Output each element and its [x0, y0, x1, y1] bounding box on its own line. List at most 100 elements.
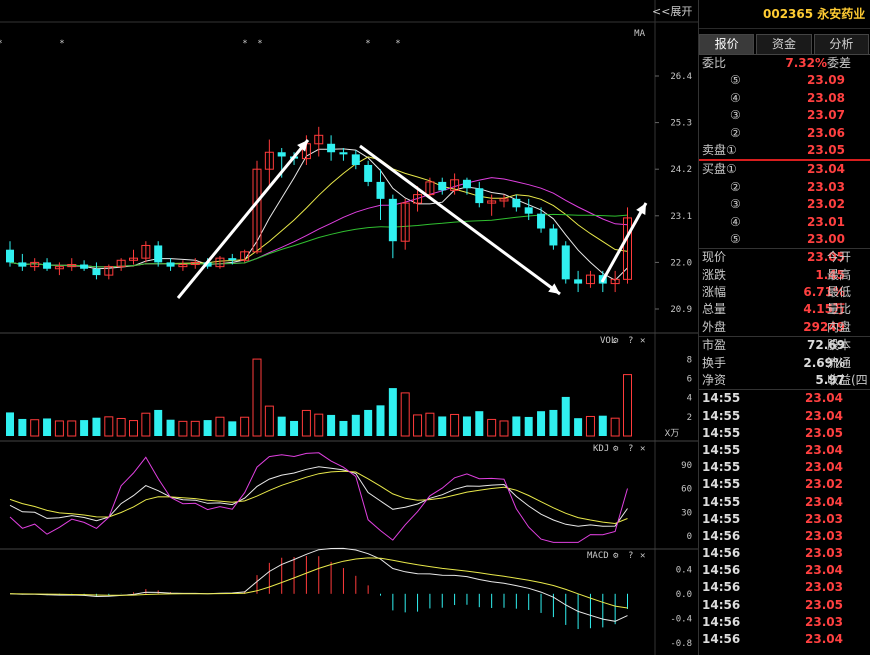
close-icon[interactable]: ✕ — [640, 444, 645, 454]
volume-bar — [574, 418, 583, 436]
tab-quote[interactable]: 报价 — [699, 34, 755, 54]
tick-time: 14:55 — [702, 511, 741, 526]
tick-time: 14:56 — [702, 528, 741, 543]
tick-price: 23.04 — [805, 632, 843, 647]
tick-time: 14:55 — [702, 425, 741, 440]
buy-price: 23.02 — [807, 197, 845, 212]
vol-tick-label: 8 — [687, 355, 692, 365]
tab-analysis[interactable]: 分析 — [813, 34, 869, 54]
volume-bar — [487, 418, 497, 437]
volume-bar — [388, 388, 397, 436]
price-tick-label: 23.1 — [670, 212, 692, 222]
sell-level-row: 卖盘① 23.05 — [699, 142, 870, 159]
volume-bar — [277, 416, 286, 436]
level-index: ② — [730, 125, 741, 140]
kline-chart-area[interactable]: 26.425.324.223.122.020.9MA******8642VOLX… — [0, 0, 698, 655]
tick-price: 23.04 — [805, 460, 843, 475]
tick-row: 14:56 23.03 — [699, 579, 870, 596]
expand-button[interactable]: <<展开 — [652, 3, 692, 19]
ma20-line — [9, 177, 628, 268]
stat-label: 总量 — [702, 302, 727, 317]
volume-bar — [610, 417, 620, 437]
price-tick-label: 26.4 — [670, 72, 692, 82]
tick-time: 14:55 — [702, 391, 741, 406]
help-icon[interactable]: ? — [628, 336, 633, 346]
tick-row: 14:56 23.04 — [699, 562, 870, 579]
volume-bar — [178, 420, 188, 437]
candle-body — [537, 213, 546, 229]
volume-bar — [92, 417, 101, 436]
help-icon[interactable]: ? — [628, 444, 633, 454]
candle-body — [376, 181, 385, 199]
stat-label: 涨幅 — [702, 285, 727, 300]
fundamental-row: 市盈 72.69 股本 — [699, 337, 870, 354]
stat-right-label: 今开 — [827, 250, 852, 265]
tick-row: 14:56 23.03 — [699, 545, 870, 562]
tick-price: 23.03 — [805, 614, 843, 629]
gear-icon[interactable]: ⚙ — [612, 336, 619, 346]
level-index: ⑤ — [730, 231, 741, 246]
tick-price: 23.03 — [805, 511, 843, 526]
tick-row: 14:55 23.05 — [699, 425, 870, 442]
close-icon[interactable]: ✕ — [640, 336, 645, 346]
price-tick-label: 25.3 — [670, 119, 692, 129]
help-icon[interactable]: ? — [628, 551, 633, 561]
stat-label: 涨跌 — [702, 267, 727, 282]
weicha-label: 委差 — [827, 56, 852, 70]
candle-body — [351, 154, 360, 165]
gear-icon[interactable]: ⚙ — [612, 551, 619, 561]
tick-price: 23.04 — [805, 408, 843, 423]
ma-label: MA — [634, 29, 645, 39]
tick-row: 14:56 23.03 — [699, 614, 870, 631]
volume-bar — [80, 420, 89, 436]
kdj-tick-label: 0 — [687, 532, 692, 542]
macd-tick-label: 0.0 — [676, 590, 692, 600]
stat-row: 涨跌 1.45 最高 — [699, 267, 870, 284]
ma10-line — [9, 156, 628, 268]
buy-one-label: 买盘① — [702, 162, 737, 177]
fundamental-right-label: 股本 — [827, 338, 852, 353]
sell-price: 23.08 — [807, 90, 845, 105]
kdj-tick-label: 60 — [681, 485, 692, 495]
kline-chart[interactable]: 26.425.324.223.122.020.9MA******8642VOLX… — [0, 0, 698, 655]
vol-tick-label: 4 — [687, 394, 692, 404]
fundamental-label: 市盈 — [702, 338, 727, 353]
volume-bar — [327, 414, 336, 436]
sell-price: 23.06 — [807, 125, 845, 140]
close-icon[interactable]: ✕ — [640, 551, 645, 561]
star-marker: * — [0, 39, 3, 49]
sell-price: 23.07 — [807, 108, 845, 123]
candle-body — [475, 188, 484, 204]
buy-price: 23.01 — [807, 214, 845, 229]
volume-bar — [141, 412, 151, 437]
macd-tick-label: 0.4 — [676, 565, 692, 575]
star-marker: * — [59, 39, 64, 49]
volume-bar — [54, 420, 64, 437]
volume-bar — [499, 420, 509, 437]
fundamental-row: 换手 2.69% 流通 — [699, 355, 870, 372]
gear-icon[interactable]: ⚙ — [612, 444, 619, 454]
star-marker: * — [242, 39, 247, 49]
sell-levels: ⑤ 23.09 ④ 23.08 ③ 23.07 ② 23.06 卖盘① 23.05 — [699, 72, 870, 159]
stat-row: 外盘 29249 内盘 — [699, 319, 870, 336]
webi-row: 委比 7.32% 委差 — [699, 55, 870, 72]
fundamentals: 市盈 72.69 股本 换手 2.69% 流通 净资 5.97 收益(四 — [699, 337, 870, 389]
star-marker: * — [257, 39, 262, 49]
sell-price: 23.09 — [807, 73, 845, 88]
vol-tick-label: 2 — [687, 413, 692, 423]
tab-funds[interactable]: 资金 — [756, 34, 812, 54]
tick-price: 23.04 — [805, 442, 843, 457]
volume-bar — [462, 416, 471, 436]
macd-tick-label: -0.4 — [670, 614, 692, 624]
volume-bar — [166, 419, 175, 436]
webi-label: 委比 — [702, 56, 727, 70]
volume-bar — [475, 411, 484, 436]
macd-label: MACD — [587, 551, 609, 561]
volume-bar — [104, 416, 114, 437]
kdj-d-line — [9, 470, 628, 525]
tick-time: 14:55 — [702, 442, 741, 457]
candle-body — [574, 279, 583, 284]
tick-time: 14:56 — [702, 580, 741, 595]
tick-list[interactable]: 14:55 23.04 14:55 23.04 14:55 23.05 14:55 23.04… — [699, 390, 870, 648]
buy-price: 23.03 — [807, 179, 845, 194]
